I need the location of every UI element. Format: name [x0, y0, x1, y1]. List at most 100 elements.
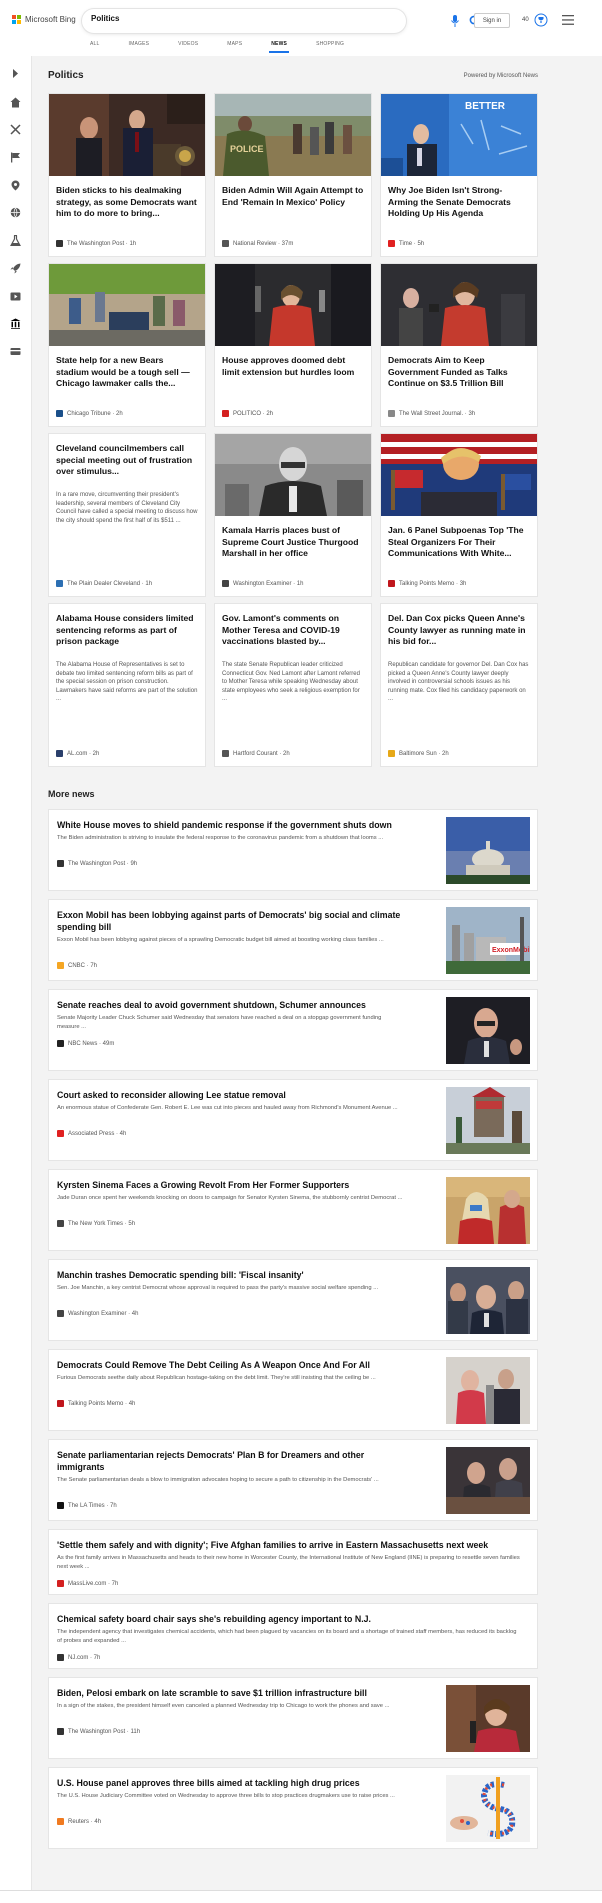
entertainment-icon[interactable]	[10, 291, 21, 302]
powered-by[interactable]: Powered by Microsoft News	[464, 73, 538, 79]
news-image[interactable]	[381, 434, 537, 516]
news-card[interactable]: Democrats Aim to Keep Government Funded …	[380, 263, 538, 427]
more-news-item[interactable]: Chemical safety board chair says she's r…	[48, 1603, 538, 1669]
news-source: Washington Examiner · 1h	[222, 580, 303, 587]
news-headline[interactable]: 'Settle them safely and with dignity'; F…	[57, 1539, 521, 1551]
news-headline[interactable]: Biden, Pelosi embark on late scramble to…	[57, 1687, 403, 1699]
more-news-item[interactable]: White House moves to shield pandemic res…	[48, 809, 538, 891]
news-thumbnail[interactable]	[446, 1087, 530, 1154]
more-news-item[interactable]: Democrats Could Remove The Debt Ceiling …	[48, 1349, 538, 1431]
more-news-item[interactable]: 'Settle them safely and with dignity'; F…	[48, 1529, 538, 1595]
news-card[interactable]: Alabama House considers limited sentenci…	[48, 603, 206, 767]
microsoft-logo-icon	[12, 15, 21, 24]
news-card[interactable]: Kamala Harris places bust of Supreme Cou…	[214, 433, 372, 597]
search-input[interactable]	[91, 14, 341, 23]
home-icon[interactable]	[10, 97, 21, 108]
news-headline[interactable]: Biden Admin Will Again Attempt to End 'R…	[222, 185, 364, 208]
news-card[interactable]: House approves doomed debt limit extensi…	[214, 263, 372, 427]
news-image[interactable]	[215, 264, 371, 346]
news-thumbnail[interactable]	[446, 1685, 530, 1752]
news-card[interactable]: State help for a new Bears stadium would…	[48, 263, 206, 427]
news-card[interactable]: BETTER Why Joe Biden Isn't Strong-Arming…	[380, 93, 538, 257]
news-headline[interactable]: Why Joe Biden Isn't Strong-Arming the Se…	[388, 185, 530, 220]
science-icon[interactable]	[10, 235, 21, 246]
more-news-item[interactable]: Senate reaches deal to avoid government …	[48, 989, 538, 1071]
news-thumbnail[interactable]	[446, 817, 530, 884]
money-icon[interactable]	[10, 346, 21, 357]
more-news-item[interactable]: Court asked to reconsider allowing Lee s…	[48, 1079, 538, 1161]
news-headline[interactable]: Court asked to reconsider allowing Lee s…	[57, 1089, 403, 1101]
news-thumbnail[interactable]: ExxonMobil	[446, 907, 530, 974]
government-icon[interactable]	[10, 318, 21, 329]
hamburger-menu-icon[interactable]	[562, 15, 574, 25]
brand-name: Microsoft Bing	[25, 15, 76, 24]
news-thumbnail[interactable]	[446, 1447, 530, 1514]
globe-icon[interactable]	[10, 207, 21, 218]
more-news-item[interactable]: Exxon Mobil has been lobbying against pa…	[48, 899, 538, 981]
news-image[interactable]	[215, 434, 371, 516]
news-image[interactable]	[49, 94, 205, 176]
news-card[interactable]: POLICE Biden Admin Will Again Attempt to…	[214, 93, 372, 257]
news-headline[interactable]: Del. Dan Cox picks Queen Anne's County l…	[388, 613, 530, 648]
news-image[interactable]	[49, 264, 205, 346]
flag-icon[interactable]	[10, 152, 21, 163]
news-headline[interactable]: White House moves to shield pandemic res…	[57, 819, 403, 831]
news-thumbnail[interactable]	[446, 997, 530, 1064]
news-card[interactable]: Gov. Lamont's comments on Mother Teresa …	[214, 603, 372, 767]
news-card[interactable]: Jan. 6 Panel Subpoenas Top 'The Steal Or…	[380, 433, 538, 597]
news-thumbnail[interactable]	[446, 1177, 530, 1244]
news-headline[interactable]: Manchin trashes Democratic spending bill…	[57, 1269, 403, 1281]
news-headline[interactable]: Kamala Harris places bust of Supreme Cou…	[222, 525, 364, 560]
baltimore-sun-logo-icon	[388, 750, 395, 757]
more-news-item[interactable]: Kyrsten Sinema Faces a Growing Revolt Fr…	[48, 1169, 538, 1251]
news-source-label: National Review · 37m	[233, 240, 294, 247]
news-headline[interactable]: U.S. House panel approves three bills ai…	[57, 1777, 403, 1789]
news-thumbnail[interactable]	[446, 1775, 530, 1842]
news-card[interactable]: Biden sticks to his dealmaking strategy,…	[48, 93, 206, 257]
news-image[interactable]: POLICE	[215, 94, 371, 176]
news-headline[interactable]: Kyrsten Sinema Faces a Growing Revolt Fr…	[57, 1179, 403, 1191]
news-image[interactable]	[381, 264, 537, 346]
news-headline[interactable]: Gov. Lamont's comments on Mother Teresa …	[222, 613, 364, 648]
location-icon[interactable]	[10, 180, 21, 191]
news-card[interactable]: Cleveland councilmembers call special me…	[48, 433, 206, 597]
news-headline[interactable]: Cleveland councilmembers call special me…	[56, 443, 198, 478]
news-headline[interactable]: House approves doomed debt limit extensi…	[222, 355, 364, 378]
sports-icon[interactable]	[10, 124, 21, 135]
news-headline[interactable]: Jan. 6 Panel Subpoenas Top 'The Steal Or…	[388, 525, 530, 560]
news-image[interactable]: BETTER	[381, 94, 537, 176]
more-news-item[interactable]: Manchin trashes Democratic spending bill…	[48, 1259, 538, 1341]
news-headline[interactable]: Democrats Could Remove The Debt Ceiling …	[57, 1359, 403, 1371]
news-thumbnail[interactable]	[446, 1267, 530, 1334]
sign-in-button[interactable]: Sign in	[474, 13, 510, 28]
more-news-item[interactable]: U.S. House panel approves three bills ai…	[48, 1767, 538, 1849]
news-headline[interactable]: State help for a new Bears stadium would…	[56, 355, 198, 390]
rewards-trophy-icon[interactable]	[534, 13, 548, 27]
news-headline[interactable]: Chemical safety board chair says she's r…	[57, 1613, 521, 1625]
news-headline[interactable]: Senate reaches deal to avoid government …	[57, 999, 403, 1011]
news-source-label: Washington Examiner · 1h	[233, 580, 304, 587]
news-snippet: The Senate parliamentarian deals a blow …	[57, 1477, 379, 1483]
tab-videos[interactable]: VIDEOS	[178, 41, 198, 47]
more-news-item[interactable]: Senate parliamentarian rejects Democrats…	[48, 1439, 538, 1521]
more-news-item[interactable]: Biden, Pelosi embark on late scramble to…	[48, 1677, 538, 1759]
bing-logo[interactable]: Microsoft Bing	[12, 15, 76, 24]
tab-all[interactable]: ALL	[90, 41, 100, 47]
expand-icon[interactable]	[10, 68, 21, 79]
tab-shopping[interactable]: SHOPPING	[316, 41, 344, 47]
news-headline[interactable]: Senate parliamentarian rejects Democrats…	[57, 1449, 403, 1473]
news-headline[interactable]: Alabama House considers limited sentenci…	[56, 613, 198, 648]
news-headline[interactable]: Exxon Mobil has been lobbying against pa…	[57, 909, 403, 933]
news-thumbnail[interactable]	[446, 1357, 530, 1424]
tab-news[interactable]: NEWS	[269, 41, 289, 53]
microphone-icon[interactable]	[451, 15, 459, 27]
time-logo-icon	[388, 240, 395, 247]
news-headline[interactable]: Biden sticks to his dealmaking strategy,…	[56, 185, 198, 220]
rewards-count[interactable]: 40	[522, 17, 529, 23]
tab-maps[interactable]: MAPS	[227, 41, 242, 47]
washington-post-logo-icon	[57, 860, 64, 867]
news-headline[interactable]: Democrats Aim to Keep Government Funded …	[388, 355, 530, 390]
tab-images[interactable]: IMAGES	[129, 41, 150, 47]
rocket-icon[interactable]	[10, 263, 21, 274]
news-card[interactable]: Del. Dan Cox picks Queen Anne's County l…	[380, 603, 538, 767]
